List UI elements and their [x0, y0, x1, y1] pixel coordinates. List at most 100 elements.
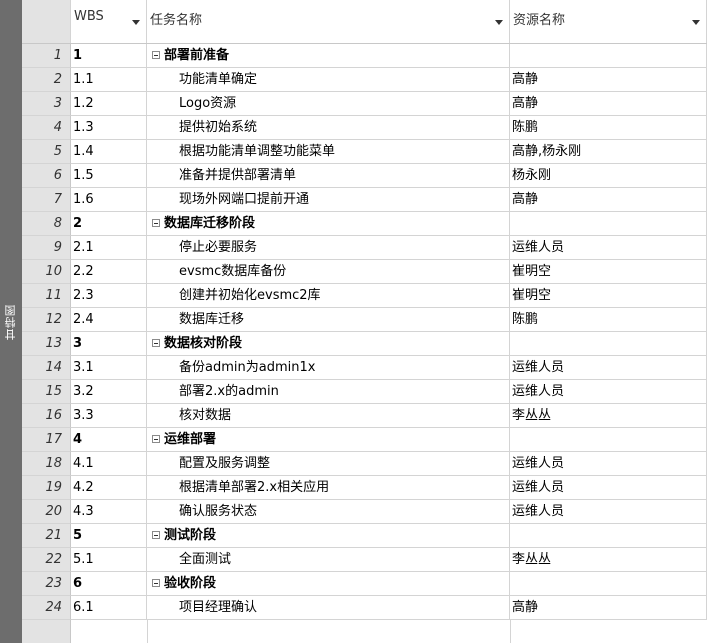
table-row[interactable]: 24 6.1 项目经理确认 高静	[22, 596, 707, 620]
resource-cell[interactable]: 杨永刚	[510, 164, 707, 188]
task-name-cell[interactable]: 根据功能清单调整功能菜单	[147, 140, 510, 164]
wbs-cell[interactable]: 1.2	[71, 92, 147, 116]
task-name-cell[interactable]: 配置及服务调整	[147, 452, 510, 476]
wbs-cell[interactable]: 6.1	[71, 596, 147, 620]
resource-cell[interactable]: 运维人员	[510, 500, 707, 524]
task-name-cell[interactable]: 提供初始系统	[147, 116, 510, 140]
row-number[interactable]: 7	[22, 188, 71, 212]
resource-cell[interactable]: 李丛丛	[510, 404, 707, 428]
row-number[interactable]: 17	[22, 428, 71, 452]
resource-cell[interactable]: 高静	[510, 596, 707, 620]
table-row[interactable]: 2 1.1 功能清单确定 高静	[22, 68, 707, 92]
row-number[interactable]: 5	[22, 140, 71, 164]
collapse-toggle-icon[interactable]	[152, 339, 160, 347]
task-name-cell[interactable]: 根据清单部署2.x相关应用	[147, 476, 510, 500]
task-name-cell[interactable]: Logo资源	[147, 92, 510, 116]
row-number[interactable]: 21	[22, 524, 71, 548]
table-row[interactable]: 12 2.4 数据库迁移 陈鹏	[22, 308, 707, 332]
row-number[interactable]: 16	[22, 404, 71, 428]
task-name-cell[interactable]: 核对数据	[147, 404, 510, 428]
wbs-cell[interactable]: 2.1	[71, 236, 147, 260]
table-row[interactable]: 13 3 数据核对阶段	[22, 332, 707, 356]
row-number[interactable]: 24	[22, 596, 71, 620]
wbs-cell[interactable]: 5	[71, 524, 147, 548]
table-row[interactable]: 7 1.6 现场外网端口提前开通 高静	[22, 188, 707, 212]
empty-row-area[interactable]	[22, 620, 707, 643]
wbs-cell[interactable]: 2.3	[71, 284, 147, 308]
wbs-cell[interactable]: 4	[71, 428, 147, 452]
table-row[interactable]: 21 5 测试阶段	[22, 524, 707, 548]
wbs-cell[interactable]: 3.1	[71, 356, 147, 380]
resource-cell[interactable]: 高静	[510, 68, 707, 92]
task-name-cell[interactable]: 运维部署	[147, 428, 510, 452]
resource-cell[interactable]	[510, 428, 707, 452]
table-row[interactable]: 15 3.2 部署2.x的admin 运维人员	[22, 380, 707, 404]
task-name-cell[interactable]: 停止必要服务	[147, 236, 510, 260]
table-row[interactable]: 10 2.2 evsmc数据库备份 崔明空	[22, 260, 707, 284]
row-number[interactable]: 9	[22, 236, 71, 260]
resource-cell[interactable]: 运维人员	[510, 380, 707, 404]
row-number[interactable]: 6	[22, 164, 71, 188]
collapse-toggle-icon[interactable]	[152, 531, 160, 539]
task-name-cell[interactable]: 验收阶段	[147, 572, 510, 596]
wbs-cell[interactable]: 3.3	[71, 404, 147, 428]
task-name-cell[interactable]: 测试阶段	[147, 524, 510, 548]
table-row[interactable]: 5 1.4 根据功能清单调整功能菜单 高静,杨永刚	[22, 140, 707, 164]
wbs-cell[interactable]: 1.5	[71, 164, 147, 188]
wbs-cell[interactable]: 4.1	[71, 452, 147, 476]
resource-cell[interactable]: 陈鹏	[510, 308, 707, 332]
column-header-task-name[interactable]: 任务名称	[147, 0, 510, 43]
select-all-corner[interactable]	[22, 0, 71, 43]
collapse-toggle-icon[interactable]	[152, 579, 160, 587]
table-row[interactable]: 3 1.2 Logo资源 高静	[22, 92, 707, 116]
wbs-cell[interactable]: 6	[71, 572, 147, 596]
resource-cell[interactable]: 崔明空	[510, 284, 707, 308]
table-row[interactable]: 8 2 数据库迁移阶段	[22, 212, 707, 236]
wbs-cell[interactable]: 1.3	[71, 116, 147, 140]
collapse-toggle-icon[interactable]	[152, 219, 160, 227]
task-name-cell[interactable]: 确认服务状态	[147, 500, 510, 524]
view-bar[interactable]: 甘特图	[0, 0, 22, 643]
row-number[interactable]: 13	[22, 332, 71, 356]
task-name-cell[interactable]: 创建并初始化evsmc2库	[147, 284, 510, 308]
row-number[interactable]: 4	[22, 116, 71, 140]
row-number[interactable]: 23	[22, 572, 71, 596]
resource-cell[interactable]: 高静	[510, 188, 707, 212]
row-number[interactable]: 2	[22, 68, 71, 92]
task-name-cell[interactable]: 数据库迁移阶段	[147, 212, 510, 236]
wbs-cell[interactable]: 3.2	[71, 380, 147, 404]
table-row[interactable]: 18 4.1 配置及服务调整 运维人员	[22, 452, 707, 476]
resource-cell[interactable]: 高静,杨永刚	[510, 140, 707, 164]
wbs-filter-dropdown-icon[interactable]	[132, 20, 140, 25]
resource-cell[interactable]	[510, 332, 707, 356]
task-name-cell[interactable]: 部署2.x的admin	[147, 380, 510, 404]
table-row[interactable]: 4 1.3 提供初始系统 陈鹏	[22, 116, 707, 140]
row-number[interactable]: 3	[22, 92, 71, 116]
column-header-wbs[interactable]: WBS	[71, 0, 147, 43]
resource-cell[interactable]: 李丛丛	[510, 548, 707, 572]
row-number[interactable]: 14	[22, 356, 71, 380]
row-number[interactable]: 20	[22, 500, 71, 524]
resource-cell[interactable]: 运维人员	[510, 356, 707, 380]
column-header-resource[interactable]: 资源名称	[510, 0, 707, 43]
wbs-cell[interactable]: 2	[71, 212, 147, 236]
task-name-cell[interactable]: 准备并提供部署清单	[147, 164, 510, 188]
row-number[interactable]: 22	[22, 548, 71, 572]
task-name-cell[interactable]: 项目经理确认	[147, 596, 510, 620]
task-name-filter-dropdown-icon[interactable]	[495, 20, 503, 25]
collapse-toggle-icon[interactable]	[152, 51, 160, 59]
resource-cell[interactable]	[510, 524, 707, 548]
wbs-cell[interactable]: 2.2	[71, 260, 147, 284]
collapse-toggle-icon[interactable]	[152, 435, 160, 443]
task-name-cell[interactable]: 功能清单确定	[147, 68, 510, 92]
row-number[interactable]: 18	[22, 452, 71, 476]
table-row[interactable]: 17 4 运维部署	[22, 428, 707, 452]
wbs-cell[interactable]: 5.1	[71, 548, 147, 572]
task-name-cell[interactable]: 数据库迁移	[147, 308, 510, 332]
resource-filter-dropdown-icon[interactable]	[692, 20, 700, 25]
table-row[interactable]: 14 3.1 备份admin为admin1x 运维人员	[22, 356, 707, 380]
wbs-cell[interactable]: 4.3	[71, 500, 147, 524]
task-name-cell[interactable]: 数据核对阶段	[147, 332, 510, 356]
resource-cell[interactable]: 运维人员	[510, 236, 707, 260]
table-row[interactable]: 11 2.3 创建并初始化evsmc2库 崔明空	[22, 284, 707, 308]
